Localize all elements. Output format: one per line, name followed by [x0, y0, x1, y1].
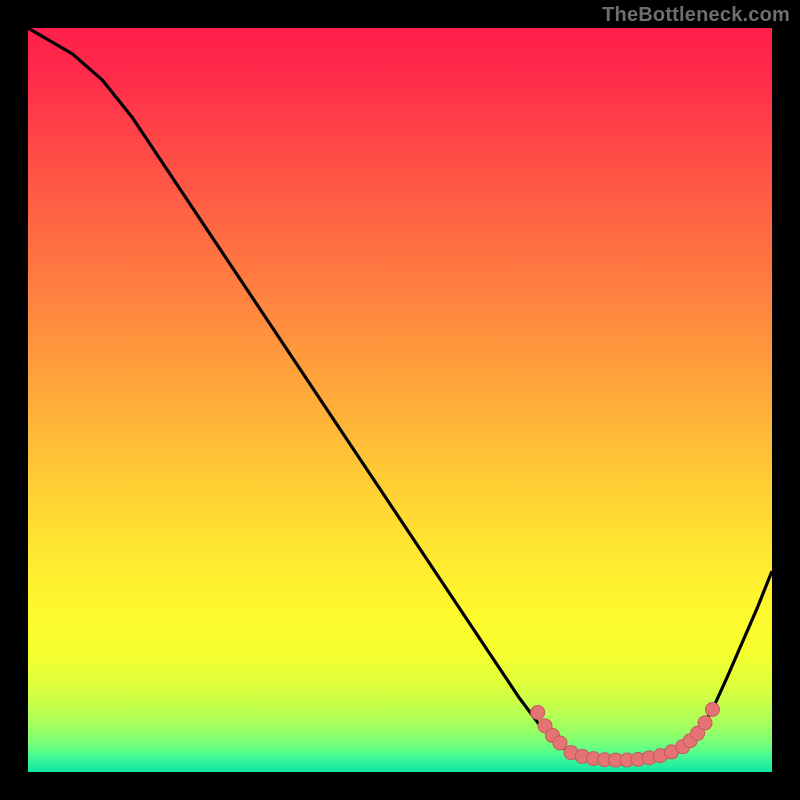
curve-marker: [531, 705, 545, 719]
chart-frame: [28, 28, 772, 772]
curve-marker: [553, 736, 567, 750]
curve-marker: [698, 716, 712, 730]
bottleneck-line-chart: [28, 28, 772, 772]
chart-background-gradient: [28, 28, 772, 772]
attribution-text: TheBottleneck.com: [602, 4, 790, 27]
curve-marker: [705, 703, 719, 717]
